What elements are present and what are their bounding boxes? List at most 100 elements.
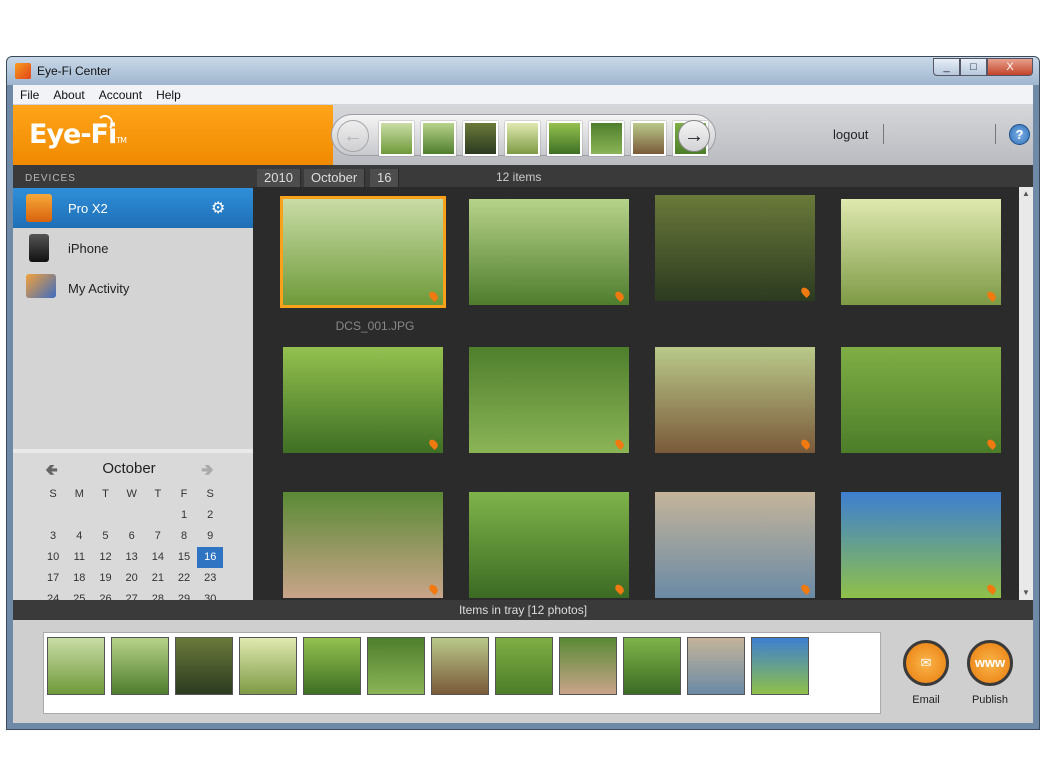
photo-thumbnail[interactable] bbox=[280, 196, 446, 308]
calendar-day[interactable]: 16 bbox=[197, 547, 224, 568]
photo-thumbnail[interactable] bbox=[655, 492, 815, 598]
carousel-thumbnail[interactable] bbox=[631, 121, 666, 156]
header: Eye-FiTM ← → logout ? bbox=[13, 105, 1033, 165]
calendar-day[interactable]: 1 bbox=[171, 505, 197, 526]
close-button[interactable]: X bbox=[987, 58, 1033, 76]
menu-file[interactable]: File bbox=[13, 88, 46, 102]
help-icon[interactable]: ? bbox=[1009, 124, 1030, 145]
photo-thumbnail[interactable] bbox=[655, 195, 815, 301]
email-label: Email bbox=[912, 694, 940, 706]
photo-carousel: ← → bbox=[331, 114, 716, 156]
tray-thumbnail[interactable] bbox=[111, 637, 169, 695]
maximize-button[interactable]: □ bbox=[960, 58, 987, 76]
calendar-day[interactable]: 22 bbox=[171, 568, 197, 589]
calendar-day[interactable]: 14 bbox=[145, 547, 171, 568]
location-pin-icon bbox=[427, 289, 440, 303]
email-icon: ✉ bbox=[903, 640, 949, 686]
tray-thumbnail[interactable] bbox=[303, 637, 361, 695]
separator bbox=[883, 124, 884, 144]
photo-thumbnail[interactable] bbox=[841, 199, 1001, 305]
menu-help[interactable]: Help bbox=[149, 88, 188, 102]
photo-thumbnail[interactable] bbox=[841, 347, 1001, 453]
next-arrow-icon[interactable]: → bbox=[678, 120, 710, 152]
calendar-day[interactable]: 6 bbox=[119, 526, 145, 547]
calendar-day[interactable]: 18 bbox=[66, 568, 92, 589]
photo-thumbnail[interactable] bbox=[469, 492, 629, 598]
calendar-day[interactable]: 4 bbox=[66, 526, 92, 547]
carousel-thumbnail[interactable] bbox=[505, 121, 540, 156]
location-pin-icon bbox=[985, 437, 998, 451]
tray-thumbnail[interactable] bbox=[431, 637, 489, 695]
menu-about[interactable]: About bbox=[46, 88, 91, 102]
device-my-activity[interactable]: My Activity bbox=[13, 268, 253, 308]
calendar-day[interactable]: 7 bbox=[145, 526, 171, 547]
photo-thumbnail[interactable] bbox=[655, 347, 815, 453]
next-month-icon[interactable]: 🢂 bbox=[201, 459, 214, 486]
menu-account[interactable]: Account bbox=[92, 88, 149, 102]
calendar-day[interactable]: 9 bbox=[197, 526, 223, 547]
wifi-card-icon bbox=[26, 194, 52, 222]
device-label: My Activity bbox=[68, 281, 130, 296]
weekday-label: W bbox=[126, 488, 137, 500]
tray-thumbnail[interactable] bbox=[751, 637, 809, 695]
photo-thumbnail[interactable] bbox=[469, 347, 629, 453]
location-pin-icon bbox=[427, 437, 440, 451]
tray-thumbnail[interactable] bbox=[367, 637, 425, 695]
carousel-thumbnail[interactable] bbox=[379, 121, 414, 156]
calendar-day[interactable]: 13 bbox=[119, 547, 145, 568]
carousel-thumbnails bbox=[379, 121, 715, 156]
weekday-label: T bbox=[102, 488, 109, 500]
photo-thumbnail[interactable] bbox=[283, 347, 443, 453]
carousel-thumbnail[interactable] bbox=[589, 121, 624, 156]
prev-arrow-icon[interactable]: ← bbox=[337, 120, 369, 152]
scroll-up-icon[interactable]: ▲ bbox=[1019, 187, 1033, 201]
scroll-down-icon[interactable]: ▼ bbox=[1019, 586, 1033, 600]
scrollbar[interactable]: ▲ ▼ bbox=[1019, 187, 1033, 600]
minimize-button[interactable]: _ bbox=[933, 58, 960, 76]
gear-icon[interactable]: ⚙ bbox=[211, 198, 225, 218]
tray-thumbnail[interactable] bbox=[495, 637, 553, 695]
item-count: 12 items bbox=[496, 170, 542, 184]
logout-link[interactable]: logout bbox=[833, 127, 868, 142]
device-label: Pro X2 bbox=[68, 201, 108, 216]
window-title: Eye-Fi Center bbox=[37, 64, 112, 78]
calendar-day[interactable]: 20 bbox=[119, 568, 145, 589]
location-pin-icon bbox=[613, 582, 626, 596]
wifi-arc-icon bbox=[97, 115, 113, 131]
calendar-empty bbox=[92, 505, 118, 526]
tray-thumbnail[interactable] bbox=[239, 637, 297, 695]
carousel-thumbnail[interactable] bbox=[547, 121, 582, 156]
calendar-day[interactable]: 10 bbox=[40, 547, 66, 568]
calendar-day[interactable]: 23 bbox=[197, 568, 223, 589]
carousel-thumbnail[interactable] bbox=[421, 121, 456, 156]
email-button[interactable]: ✉ Email bbox=[900, 640, 952, 706]
calendar-day[interactable]: 17 bbox=[40, 568, 66, 589]
device-pro-x2[interactable]: Pro X2 ⚙ bbox=[13, 188, 253, 228]
photo-thumbnail[interactable] bbox=[841, 492, 1001, 598]
tray-thumbnail[interactable] bbox=[687, 637, 745, 695]
calendar-empty bbox=[145, 505, 171, 526]
calendar-day[interactable]: 3 bbox=[40, 526, 66, 547]
calendar-day[interactable]: 21 bbox=[145, 568, 171, 589]
calendar-day[interactable]: 5 bbox=[92, 526, 118, 547]
calendar-day[interactable]: 11 bbox=[66, 547, 92, 568]
breadcrumb-day[interactable]: 16 bbox=[370, 169, 400, 187]
tray-thumbnail[interactable] bbox=[559, 637, 617, 695]
calendar-day[interactable]: 12 bbox=[92, 547, 118, 568]
tray-thumbnail[interactable] bbox=[47, 637, 105, 695]
calendar-day[interactable]: 8 bbox=[171, 526, 197, 547]
photo-thumbnail[interactable] bbox=[283, 492, 443, 598]
calendar-day[interactable]: 2 bbox=[197, 505, 223, 526]
calendar-day[interactable]: 19 bbox=[92, 568, 118, 589]
brand-area: Eye-FiTM bbox=[13, 105, 333, 165]
tray-thumbnail[interactable] bbox=[175, 637, 233, 695]
calendar-day[interactable]: 15 bbox=[171, 547, 197, 568]
device-iphone[interactable]: iPhone bbox=[13, 228, 253, 268]
breadcrumb-month[interactable]: October bbox=[304, 169, 366, 187]
tray-thumbnail[interactable] bbox=[623, 637, 681, 695]
carousel-thumbnail[interactable] bbox=[463, 121, 498, 156]
location-pin-icon bbox=[985, 582, 998, 596]
breadcrumb-year[interactable]: 2010 bbox=[257, 169, 301, 187]
publish-button[interactable]: www Publish bbox=[964, 640, 1016, 706]
photo-thumbnail[interactable] bbox=[469, 199, 629, 305]
